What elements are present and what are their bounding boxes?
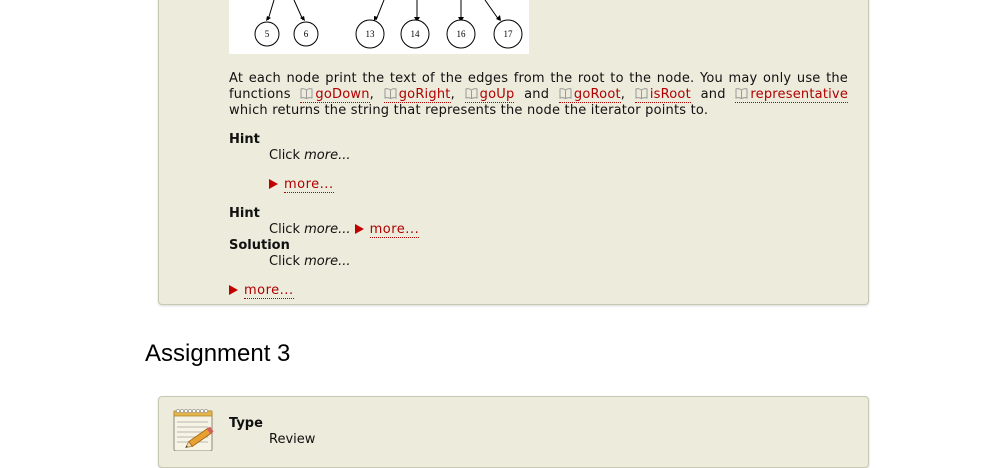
book-icon bbox=[384, 88, 397, 99]
hint-label: Hint bbox=[229, 206, 260, 221]
solution-label: Solution bbox=[229, 238, 290, 253]
tree-node-label: 17 bbox=[504, 29, 514, 39]
book-icon bbox=[465, 88, 478, 99]
more-link[interactable]: more... bbox=[284, 177, 334, 193]
solution-click-text: Click more... bbox=[269, 254, 351, 269]
assignment-title: Assignment 3 bbox=[145, 340, 291, 367]
hint-more-toggle[interactable]: more... bbox=[354, 222, 420, 238]
hint-click-text: Click more... more... bbox=[269, 222, 420, 238]
tree-node-label: 16 bbox=[457, 29, 467, 39]
tree-diagram: 5 6 13 14 16 17 bbox=[229, 0, 529, 54]
tree-node-label: 6 bbox=[304, 29, 309, 39]
more-link[interactable]: more... bbox=[244, 283, 294, 299]
hint-more-toggle[interactable]: more... bbox=[269, 177, 334, 193]
function-link-goup[interactable]: goUp bbox=[464, 87, 515, 103]
tree-node-label: 13 bbox=[366, 29, 376, 39]
function-link-goright[interactable]: goRight bbox=[383, 87, 451, 103]
book-icon bbox=[300, 88, 313, 99]
function-link-representative[interactable]: representative bbox=[735, 87, 849, 103]
assignment-box bbox=[158, 396, 869, 468]
solution-more-toggle[interactable]: more... bbox=[229, 283, 294, 299]
notepad-pencil-icon bbox=[173, 409, 214, 451]
tree-node-label: 14 bbox=[411, 29, 421, 39]
disclosure-triangle-icon bbox=[354, 224, 364, 234]
tree-node-label: 5 bbox=[265, 29, 270, 39]
disclosure-triangle-icon bbox=[269, 179, 278, 189]
hint-click-text: Click more... bbox=[269, 148, 351, 163]
hint-label: Hint bbox=[229, 132, 260, 147]
exercise-description: At each node print the text of the edges… bbox=[229, 71, 849, 118]
book-icon bbox=[735, 88, 748, 99]
function-link-godown[interactable]: goDown bbox=[300, 87, 370, 103]
function-link-isroot[interactable]: isRoot bbox=[634, 87, 691, 103]
disclosure-triangle-icon bbox=[229, 285, 238, 295]
type-label: Type bbox=[229, 416, 263, 431]
book-icon bbox=[559, 88, 572, 99]
type-value: Review bbox=[269, 432, 316, 447]
book-icon bbox=[635, 88, 648, 99]
function-link-goroot[interactable]: goRoot bbox=[558, 87, 621, 103]
more-link[interactable]: more... bbox=[369, 222, 420, 238]
